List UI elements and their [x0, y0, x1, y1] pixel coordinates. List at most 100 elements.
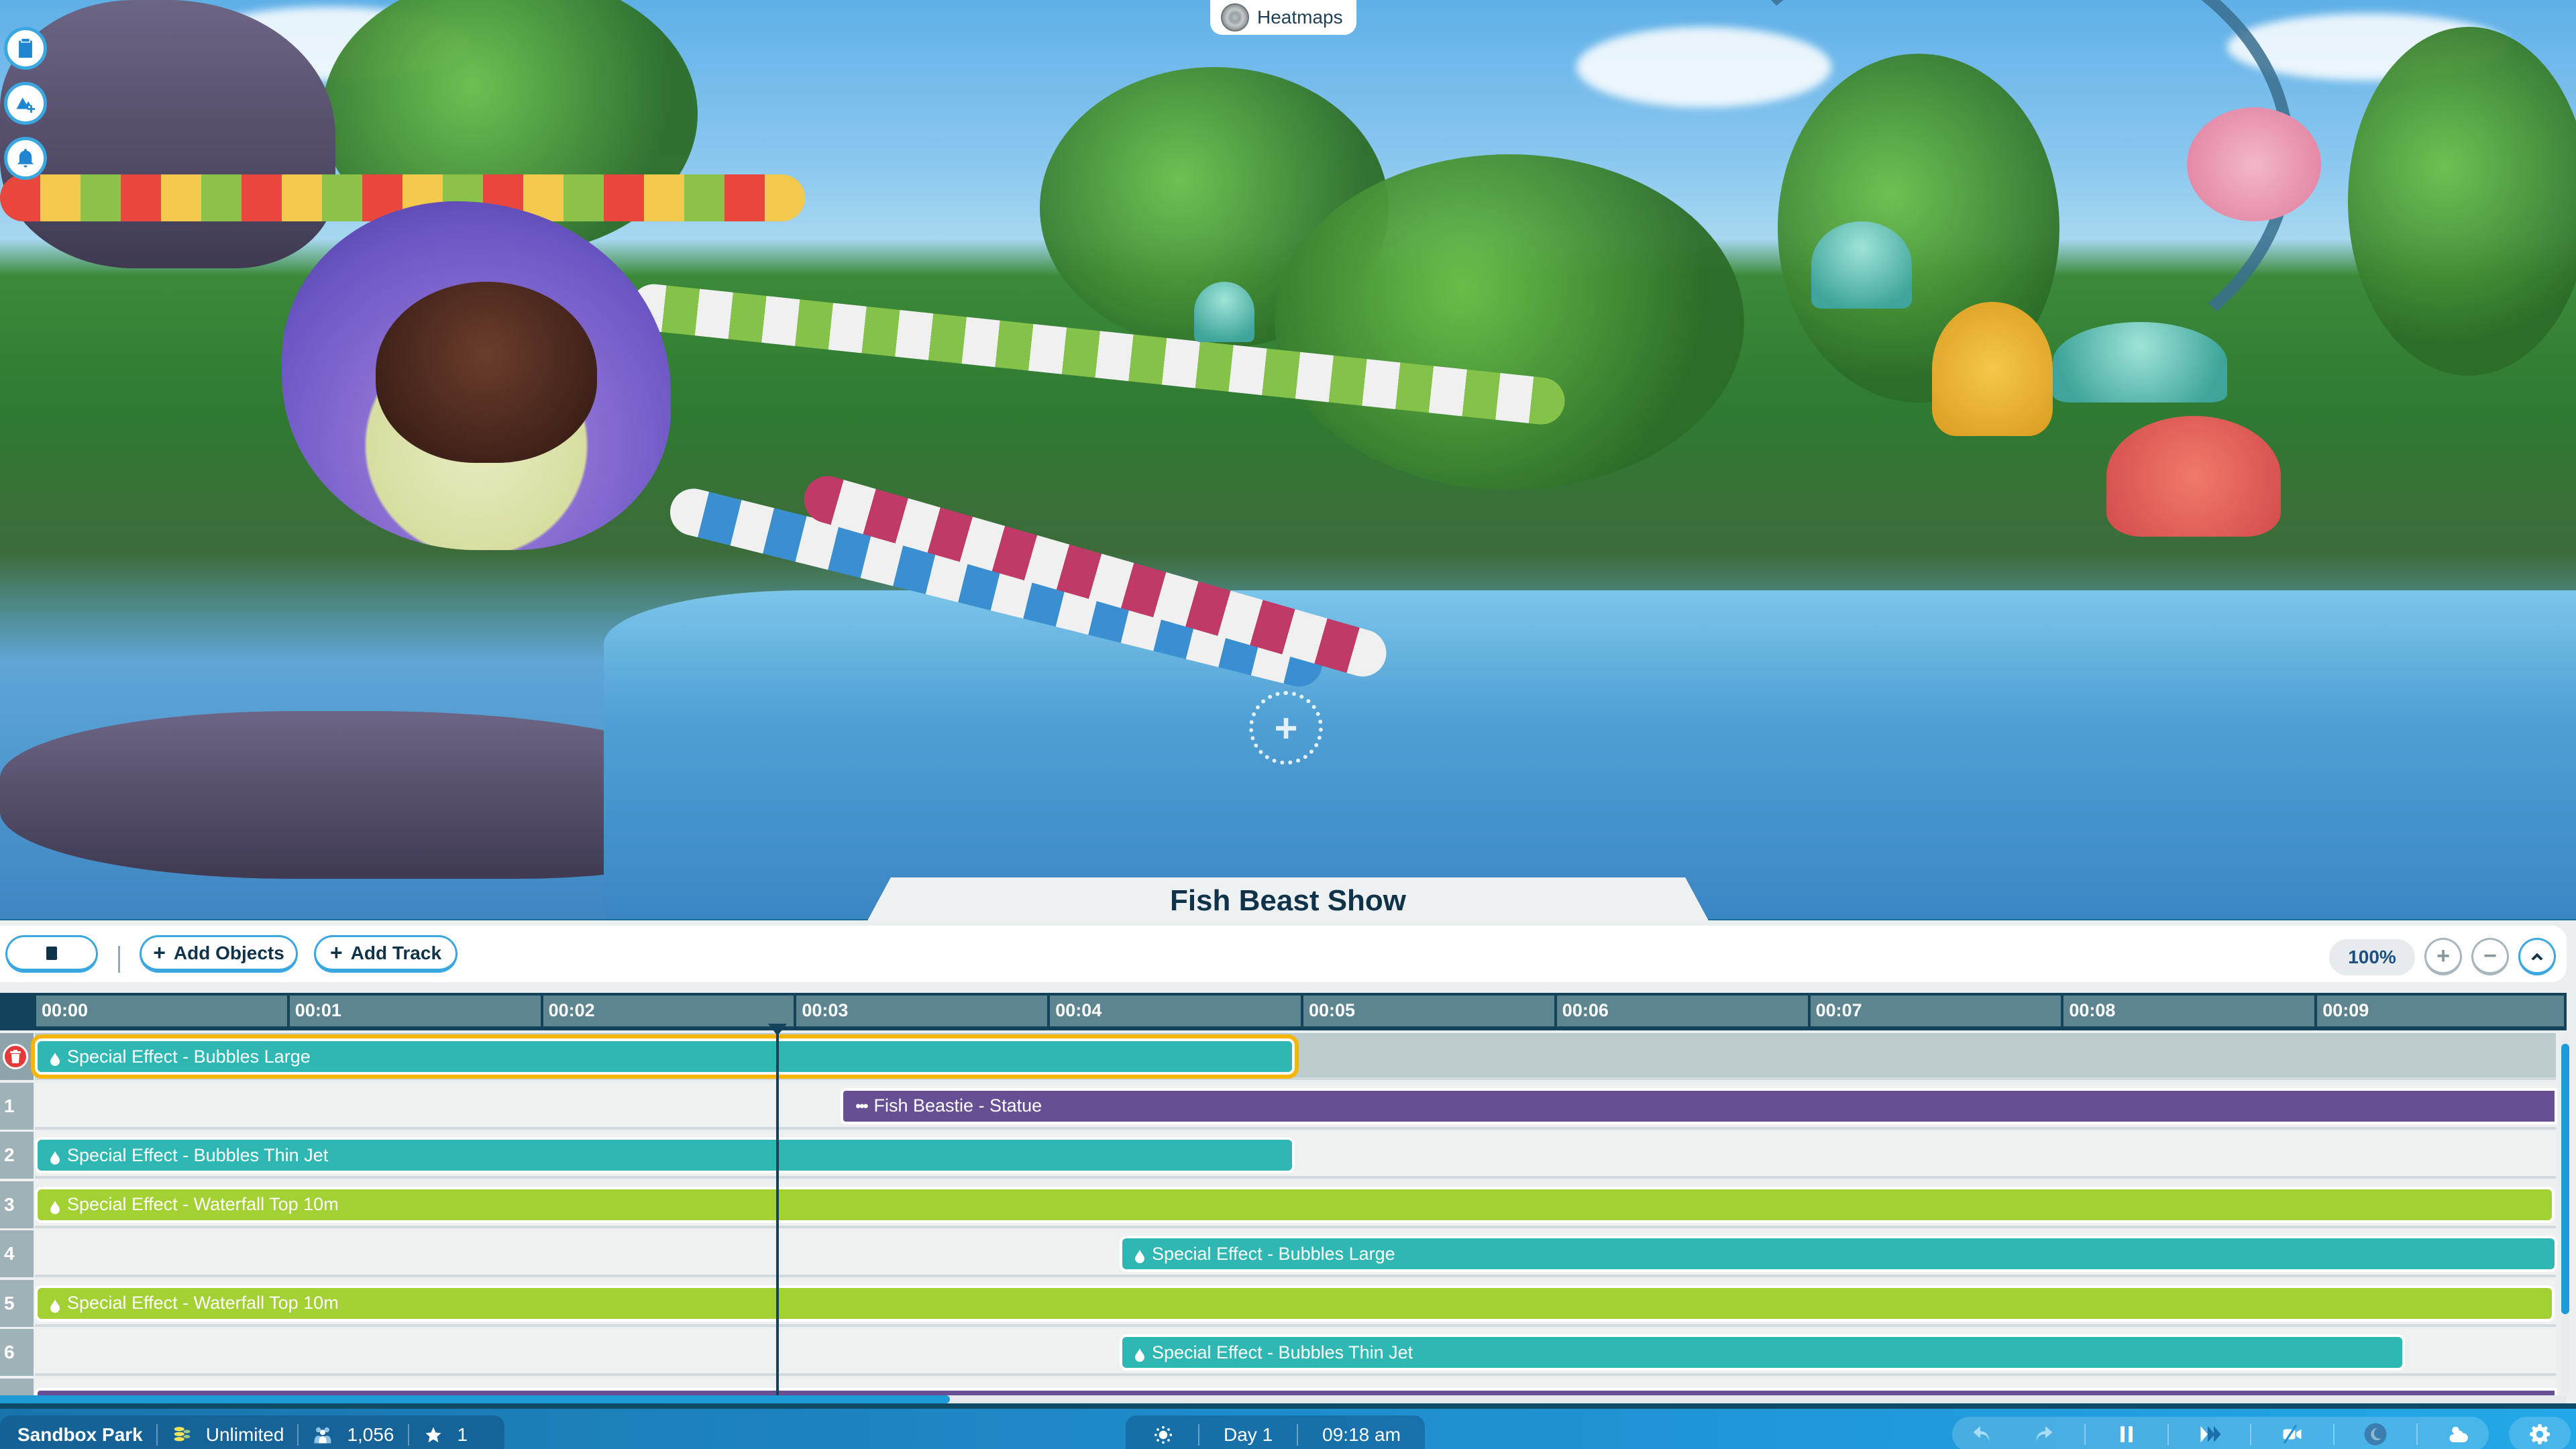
- clip-label: Special Effect - Waterfall Top 10m: [67, 1293, 339, 1313]
- track-number: 4: [0, 1230, 34, 1277]
- track-row[interactable]: 1 ••• Fish Beastie - Statue: [0, 1082, 2557, 1130]
- timeline-clip[interactable]: Special Effect - Bubbles Large: [1119, 1236, 2557, 1272]
- redo-button[interactable]: [2023, 1419, 2063, 1449]
- clip-label: Special Effect - Waterfall Top 10m: [67, 1194, 339, 1214]
- collapse-panel-button[interactable]: [2518, 938, 2556, 975]
- track-row[interactable]: 2 Special Effect - Bubbles Thin Jet: [0, 1132, 2556, 1179]
- vertical-scrollbar[interactable]: [2561, 1037, 2569, 1393]
- terrain-add-icon: [15, 97, 36, 113]
- clip-label: Fish Beastie - Statue: [873, 1095, 1042, 1116]
- timeline: 00:00 00:01 00:02 00:03 00:04 00:05 00:06 00:07…: [0, 993, 2576, 1426]
- water-drop-icon: [50, 1198, 60, 1214]
- coral-decor: [1932, 302, 2053, 436]
- heatmap-icon: [1221, 3, 1249, 32]
- track-number: 3: [0, 1181, 34, 1228]
- timeline-tick: 00:04: [1050, 996, 1303, 1026]
- undo-button[interactable]: [1962, 1419, 2002, 1449]
- heatmaps-label: Heatmaps: [1257, 7, 1343, 28]
- zoom-level-display: 100%: [2329, 939, 2415, 975]
- bell-icon: [17, 148, 34, 168]
- vertical-scroll-thumb[interactable]: [2561, 1044, 2569, 1314]
- coral-decor: [2106, 416, 2281, 537]
- park-name[interactable]: Sandbox Park: [17, 1424, 143, 1446]
- add-objects-button[interactable]: + Add Objects: [140, 935, 298, 973]
- timeline-corner: [0, 993, 35, 1030]
- timeline-tick: 00:05: [1303, 996, 1557, 1026]
- track-number: [0, 1033, 34, 1080]
- clip-label: Special Effect - Bubbles Thin Jet: [67, 1144, 329, 1165]
- park-info: Sandbox Park Unlimited 1,056 1: [0, 1415, 504, 1449]
- timeline-clip[interactable]: Special Effect - Waterfall Top 10m: [35, 1186, 2555, 1223]
- terrain-tools-button[interactable]: [4, 82, 47, 125]
- coins-icon: [171, 1424, 193, 1446]
- track-row[interactable]: Special Effect - Bubbles Large: [0, 1033, 2556, 1080]
- track-row[interactable]: 4 Special Effect - Bubbles Large: [0, 1230, 2557, 1277]
- separator: [1297, 1424, 1299, 1446]
- timeline-clip[interactable]: ••• Fish Beastie - Statue: [841, 1087, 2557, 1124]
- timeline-tick: 00:00: [36, 996, 290, 1026]
- horizontal-scroll-thumb[interactable]: [0, 1395, 950, 1403]
- pause-icon: [2120, 1426, 2133, 1442]
- plus-icon: +: [2436, 943, 2450, 969]
- clipboard-icon: [19, 38, 32, 58]
- money-value[interactable]: Unlimited: [206, 1424, 284, 1446]
- timeline-clip[interactable]: Special Effect - Bubbles Thin Jet: [35, 1137, 1295, 1173]
- sequence-title: Fish Beast Show: [1169, 884, 1407, 917]
- camera-toggle-button[interactable]: [2272, 1419, 2312, 1449]
- undo-icon: [1973, 1426, 1990, 1442]
- camera-off-icon: [2283, 1424, 2302, 1444]
- toolbar-divider: [118, 946, 120, 973]
- timeline-tick: 00:08: [2063, 996, 2318, 1026]
- game-viewport[interactable]: Heatmaps +: [0, 0, 2576, 919]
- track-row[interactable]: 6 Special Effect - Bubbles Thin Jet: [0, 1329, 2556, 1376]
- fast-forward-icon: [2200, 1426, 2221, 1442]
- zoom-out-button[interactable]: −: [2471, 938, 2509, 975]
- placement-cursor-icon: +: [1249, 691, 1323, 765]
- zoom-in-button[interactable]: +: [2424, 938, 2462, 975]
- separator: [2333, 1424, 2335, 1445]
- water-drop-icon: [50, 1297, 60, 1313]
- separator: [156, 1424, 158, 1446]
- track-number: 2: [0, 1132, 34, 1179]
- park-management-button[interactable]: [4, 27, 47, 70]
- gear-icon: [2530, 1424, 2550, 1444]
- notifications-button[interactable]: [4, 137, 47, 180]
- weather-button[interactable]: [2438, 1419, 2479, 1449]
- timeline-clip[interactable]: Special Effect - Bubbles Large: [31, 1034, 1299, 1079]
- track-number: 1: [0, 1082, 34, 1130]
- pool: [604, 590, 2576, 919]
- separator: [2084, 1424, 2086, 1445]
- fast-forward-button[interactable]: [2190, 1419, 2230, 1449]
- heatmaps-button[interactable]: Heatmaps: [1210, 0, 1356, 35]
- timeline-ruler[interactable]: 00:00 00:01 00:02 00:03 00:04 00:05 00:06 00:07…: [0, 993, 2567, 1030]
- stop-button[interactable]: [5, 935, 98, 973]
- more-dots-icon: •••: [855, 1097, 868, 1114]
- jellyfish-decor: [1811, 221, 1912, 309]
- track-row[interactable]: 3 Special Effect - Waterfall Top 10m: [0, 1181, 2556, 1228]
- timeline-tick: 00:09: [2317, 996, 2567, 1026]
- playhead[interactable]: [768, 1024, 788, 1399]
- guest-count[interactable]: 1,056: [347, 1424, 394, 1446]
- status-bar: Sandbox Park Unlimited 1,056 1 Day 1 09:…: [0, 1403, 2576, 1449]
- editor-toolbar: + Add Objects + Add Track 100% + −: [0, 926, 2567, 982]
- track-row[interactable]: 5 Special Effect - Waterfall Top 10m: [0, 1279, 2556, 1327]
- add-track-button[interactable]: + Add Track: [314, 935, 458, 973]
- timeline-clip[interactable]: Special Effect - Bubbles Thin Jet: [1119, 1334, 2405, 1371]
- delete-track-icon[interactable]: [3, 1044, 28, 1069]
- plus-icon: +: [329, 941, 343, 965]
- park-rating[interactable]: 1: [458, 1424, 468, 1446]
- day-night-button[interactable]: [2355, 1419, 2396, 1449]
- time-label: 09:18 am: [1322, 1424, 1401, 1445]
- track-list: Special Effect - Bubbles Large 1 ••• Fish B…: [0, 1033, 2567, 1426]
- plus-icon: +: [153, 941, 166, 965]
- horizontal-scrollbar[interactable]: [0, 1395, 2567, 1403]
- separator: [2250, 1424, 2252, 1445]
- minus-icon: −: [2483, 943, 2497, 969]
- timeline-clip[interactable]: Special Effect - Waterfall Top 10m: [35, 1285, 2555, 1322]
- settings-button[interactable]: [2509, 1417, 2571, 1449]
- rock: [0, 0, 335, 268]
- pause-button[interactable]: [2106, 1419, 2147, 1449]
- fish-statue-mouth: [376, 282, 597, 463]
- add-track-label: Add Track: [350, 942, 442, 963]
- separator: [2416, 1424, 2418, 1445]
